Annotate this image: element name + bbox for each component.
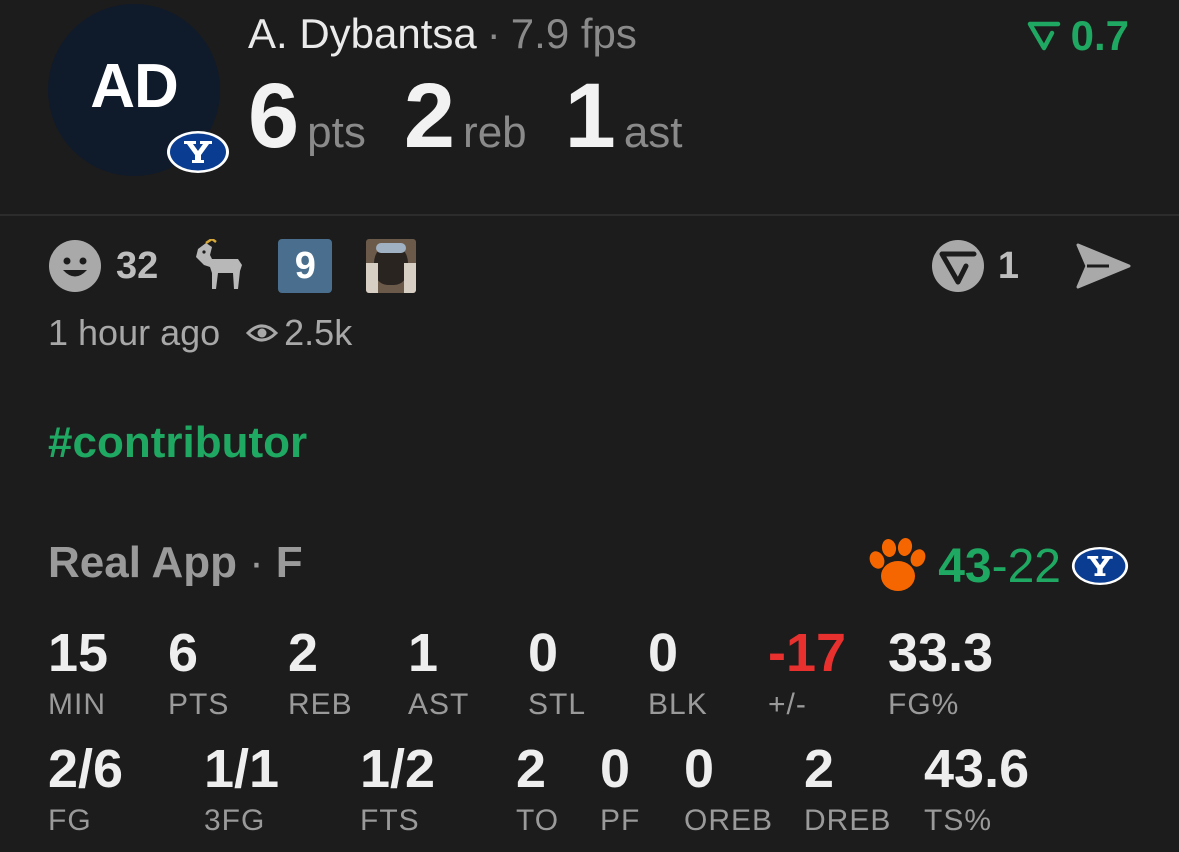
reb-label: reb [463,108,527,157]
stat-label: BLK [648,688,708,721]
fps-value: 7.9 fps [510,10,637,57]
stat-label: DREB [804,804,892,837]
gif-hand-left [366,263,379,293]
score-dash: - [991,539,1008,593]
stat-value: 1/1 [204,739,280,799]
stat-blk: 0 BLK [648,626,708,722]
stat-value: 0 [684,739,715,799]
stat-label: AST [408,688,470,721]
stat-value: 0 [648,623,679,683]
stat-ts-pct: 43.6 TS% [924,742,1029,838]
stat-label: 3FG [204,804,266,837]
stat-label: OREB [684,804,774,837]
stat-min: 15 MIN [48,626,108,722]
views-value: 2.5k [284,312,353,353]
stat-value: 2 [288,623,319,683]
stat-value: 33.3 [888,623,994,683]
reb-value: 2 [403,65,456,167]
stat-value: -17 [768,623,847,683]
byu-logo-icon [167,131,229,173]
player-name[interactable]: A. Dybantsa [248,10,477,57]
header-divider [0,214,1179,216]
stat-to: 2 TO [516,742,559,838]
stat-stl: 0 STL [528,626,586,722]
reaction-gif-thumbnail[interactable] [366,239,417,293]
stat-3fg: 1/1 3FG [204,742,279,838]
post-actions: 1 [930,238,1131,294]
game-status: F [275,538,303,587]
repost-count: 1 [997,244,1019,287]
stat-oreb: 0 OREB [684,742,773,838]
stat-label: PTS [168,688,230,721]
ast-label: ast [623,108,683,157]
stat-value: 15 [48,623,109,683]
stat-label: FG% [888,688,960,721]
number-reaction-badge[interactable]: 9 [278,239,333,293]
rating-display[interactable]: 0.7 [1027,12,1129,60]
eye-icon [246,324,279,342]
smiley-reaction-icon[interactable] [48,239,102,293]
stat-label: TO [516,804,560,837]
player-statline: 6 pts 2 reb 1 ast [248,64,721,169]
stat-label: MIN [48,688,106,721]
view-count: 2.5k [246,312,352,354]
stat-label: TS% [924,804,993,837]
score-left: 43 [938,539,992,593]
stat-value: 0 [600,739,631,799]
stat-value: 6 [168,623,199,683]
gif-hat [376,243,407,253]
pts-label: pts [307,108,366,157]
stat-value: 43.6 [924,739,1030,799]
stat-plus-minus: -17 +/- [768,626,846,722]
send-icon[interactable] [1075,241,1131,291]
stat-pf: 0 PF [600,742,640,838]
gif-hand-right [404,263,417,293]
hashtag-link[interactable]: #contributor [48,418,307,468]
stat-value: 1/2 [360,739,436,799]
stat-label: PF [600,804,641,837]
stat-fts: 1/2 FTS [360,742,435,838]
rating-arrow-icon [1027,21,1060,51]
clemson-paw-icon [869,538,926,591]
stat-label: FTS [360,804,420,837]
pts-value: 6 [248,65,300,167]
stat-reb: 2 REB [288,626,353,722]
stat-value: 0 [528,623,559,683]
stat-label: STL [528,688,587,721]
game-separator: · [249,538,264,587]
separator-dot: · [486,10,501,57]
game-name: Real App [48,538,238,587]
post-meta: 1 hour ago 2.5k [48,312,352,354]
player-name-line: A. Dybantsa · 7.9 fps [248,10,637,58]
stat-dreb: 2 DREB [804,742,891,838]
stat-fg-pct: 33.3 FG% [888,626,993,722]
rating-value: 0.7 [1070,12,1129,59]
score-text: 43-22 [938,539,1061,594]
stat-label: REB [288,688,353,721]
repost-icon[interactable] [930,238,986,294]
stat-value: 2 [516,739,547,799]
reactions-bar: 32 9 [48,238,417,294]
score-right: 22 [1007,539,1061,593]
goat-reaction-icon[interactable] [192,239,248,293]
avatar-initials: AD [90,51,179,121]
stat-ast: 1 AST [408,626,469,722]
stat-value: 2 [804,739,835,799]
stat-value: 1 [408,623,439,683]
stat-pts: 6 PTS [168,626,229,722]
stat-value: 2/6 [48,739,124,799]
stat-label: FG [48,804,92,837]
smiley-count: 32 [116,244,159,287]
stat-fg: 2/6 FG [48,742,123,838]
game-score[interactable]: 43-22 [864,538,1129,594]
game-label[interactable]: Real App · F [48,538,303,588]
post-timestamp: 1 hour ago [48,312,221,353]
byu-logo-icon [1071,546,1129,586]
stat-label: +/- [768,688,807,721]
ast-value: 1 [564,65,616,167]
